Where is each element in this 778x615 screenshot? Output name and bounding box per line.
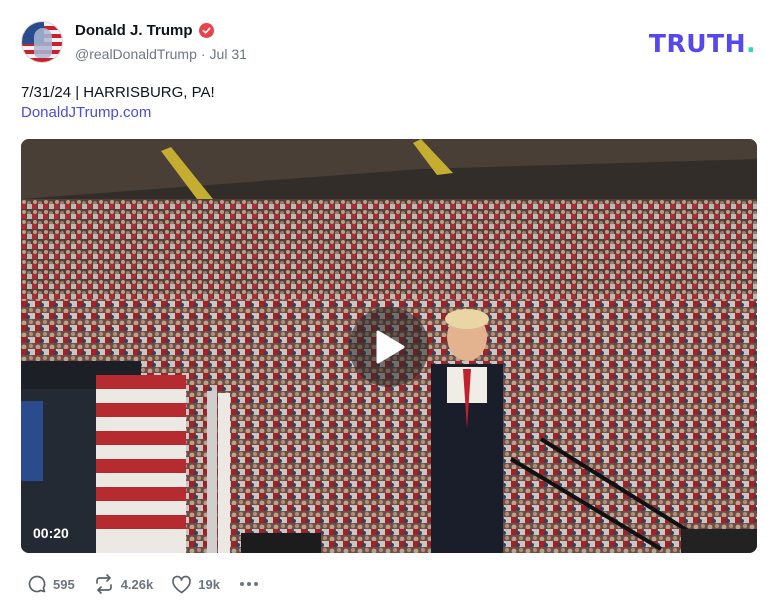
heart-icon xyxy=(172,575,192,593)
reply-button[interactable]: 595 xyxy=(27,574,75,594)
meta-separator: · xyxy=(200,46,206,62)
author-display-name[interactable]: Donald J. Trump xyxy=(75,22,193,39)
avatar-portrait xyxy=(34,28,52,58)
play-button[interactable] xyxy=(349,307,429,387)
more-icon[interactable] xyxy=(238,582,258,586)
reply-count: 595 xyxy=(53,576,75,592)
author-meta: @realDonaldTrump · Jul 31 xyxy=(75,46,247,62)
truth-post: Donald J. Trump @realDonaldTrump · Jul 3… xyxy=(0,0,778,615)
author-handle[interactable]: @realDonaldTrump xyxy=(75,46,197,62)
post-date[interactable]: Jul 31 xyxy=(210,46,247,62)
post-actions: 595 4.26k 19k xyxy=(27,574,258,594)
author-avatar[interactable] xyxy=(21,21,63,63)
video-duration: 00:20 xyxy=(33,525,69,541)
retruth-count: 4.26k xyxy=(120,576,154,592)
video-player[interactable]: 00:20 xyxy=(21,139,757,553)
more-dot xyxy=(253,582,258,586)
retruth-icon xyxy=(95,574,112,594)
like-button[interactable]: 19k xyxy=(171,575,220,594)
play-icon xyxy=(376,330,405,364)
logo-text: TRUTH xyxy=(648,29,746,58)
retruth-button[interactable]: 4.26k xyxy=(93,574,154,594)
post-text: 7/31/24 | HARRISBURG, PA! xyxy=(21,84,215,101)
author-name-row: Donald J. Trump xyxy=(75,22,214,39)
more-dot xyxy=(246,582,251,586)
like-count: 19k xyxy=(198,576,220,592)
logo-dot: . xyxy=(746,29,756,58)
verified-badge-icon xyxy=(198,23,214,38)
reply-icon xyxy=(28,575,46,593)
truth-logo[interactable]: TRUTH. xyxy=(649,29,756,58)
more-dot xyxy=(239,582,244,586)
post-link[interactable]: DonaldJTrump.com xyxy=(21,104,151,121)
